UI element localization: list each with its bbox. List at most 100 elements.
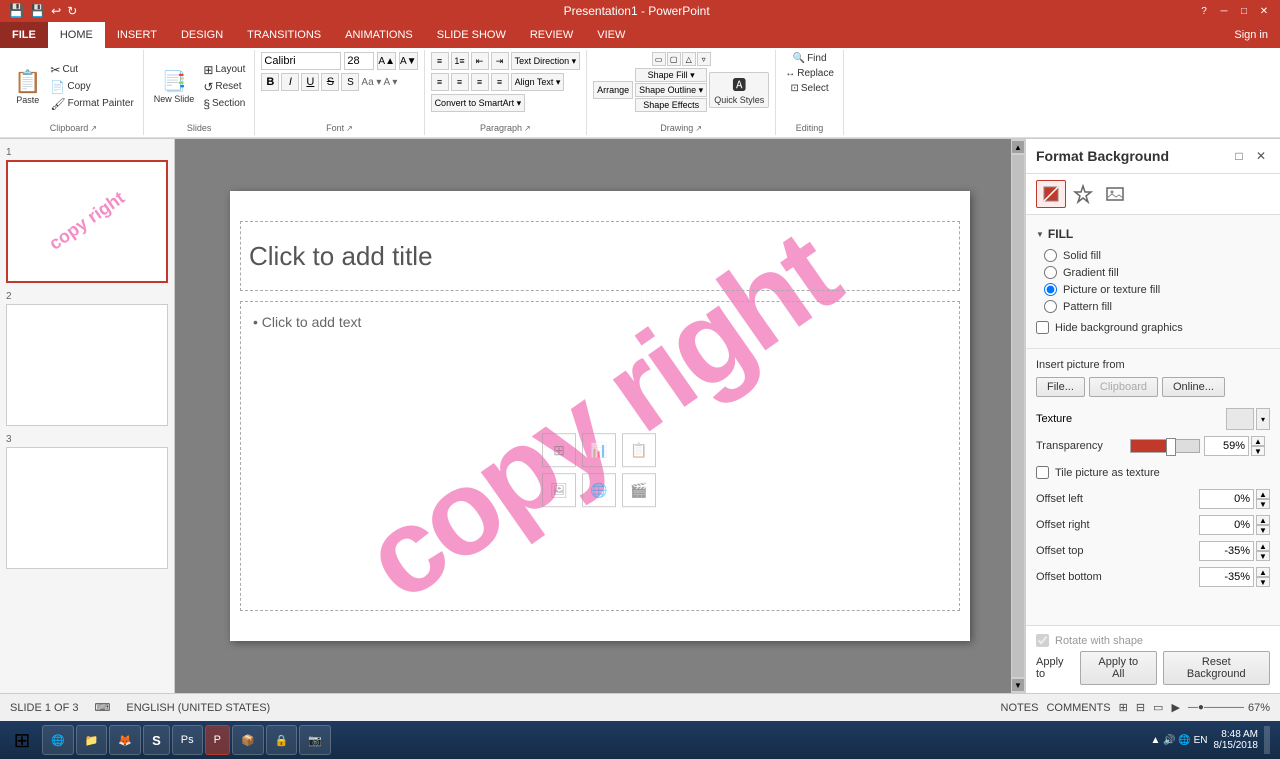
rotate-option[interactable]: Rotate with shape [1036,634,1270,647]
taskbar-app-files[interactable]: 📦 [232,725,264,755]
taskbar-app-explorer[interactable]: 📁 [76,725,108,755]
new-slide-button[interactable]: 📑 New Slide [150,67,199,106]
titlebar-redo[interactable]: ↻ [67,4,77,18]
transparency-thumb[interactable] [1166,438,1176,456]
layout-button[interactable]: ⊞ Layout [200,62,248,78]
copy-button[interactable]: 📄 Copy [47,79,136,95]
transparency-input[interactable] [1204,436,1249,456]
text-direction-button[interactable]: Text Direction ▾ [511,52,581,70]
texture-preview[interactable] [1226,408,1254,430]
apply-all-button[interactable]: Apply to All [1080,651,1157,685]
section-button[interactable]: § Section [200,96,248,112]
select-button[interactable]: ⊡Select [787,82,831,95]
online-picture-icon[interactable]: 🌐 [582,473,616,507]
align-right-button[interactable]: ≡ [471,73,489,91]
tile-checkbox[interactable] [1036,466,1049,479]
reset-button[interactable]: ↺ Reset [200,79,248,95]
panel-collapse-btn[interactable]: □ [1230,147,1248,165]
clock[interactable]: 8:48 AM 8/15/2018 [1214,729,1259,751]
transparency-up[interactable]: ▲ [1251,436,1265,446]
taskbar-app-chrome[interactable]: 🌐 [42,725,74,755]
quick-styles-button[interactable]: 🅰 Quick Styles [709,72,769,108]
tab-insert[interactable]: INSERT [105,22,169,48]
slide-title-box[interactable]: Click to add title [240,221,960,291]
taskbar-app-photoshop[interactable]: Ps [172,725,203,755]
minimize-btn[interactable]: ─ [1216,4,1232,18]
media-icon[interactable]: 🎬 [622,473,656,507]
solid-fill-radio[interactable] [1044,249,1057,262]
shape-outline-button[interactable]: Shape Outline ▾ [635,83,707,97]
signin-btn[interactable]: Sign in [1222,22,1280,48]
italic-button[interactable]: I [281,73,299,91]
font-name-input[interactable] [261,52,341,70]
slideshow-btn[interactable]: ▶ [1171,701,1179,714]
taskbar-app-firefox[interactable]: 🦊 [109,725,141,755]
shape-tri[interactable]: △ [682,52,696,66]
tab-transitions[interactable]: TRANSITIONS [235,22,333,48]
offset-bottom-input[interactable] [1199,567,1254,587]
offset-bottom-up[interactable]: ▲ [1256,567,1270,577]
file-button[interactable]: File... [1036,377,1085,397]
slide-thumb-1[interactable]: copy right [6,160,168,283]
view-reading-btn[interactable]: ▭ [1153,701,1163,714]
picture-fill-radio[interactable] [1044,283,1057,296]
table-icon[interactable]: ⊞ [542,433,576,467]
cut-button[interactable]: ✂ Cut [47,62,136,78]
align-left-button[interactable]: ≡ [431,73,449,91]
panel-close-btn[interactable]: ✕ [1252,147,1270,165]
hide-bg-option[interactable]: Hide background graphics [1036,321,1270,334]
reset-background-button[interactable]: Reset Background [1163,651,1270,685]
tab-view[interactable]: VIEW [585,22,637,48]
shape-fill-button[interactable]: Shape Fill ▾ [635,68,707,82]
slide-thumb-3[interactable] [6,447,168,569]
offset-right-input[interactable] [1199,515,1254,535]
paste-button[interactable]: 📋 Paste [10,67,45,107]
taskbar-app-lock[interactable]: 🔒 [266,725,298,755]
notes-btn[interactable]: NOTES [1001,702,1039,714]
texture-dropdown[interactable]: ▾ [1256,408,1270,430]
scroll-down-btn[interactable]: ▼ [1012,679,1024,691]
tab-slideshow[interactable]: SLIDE SHOW [425,22,518,48]
picture-icon-btn[interactable] [1100,180,1130,208]
format-painter-button[interactable]: 🖌 Format Painter [47,96,136,112]
titlebar-save[interactable]: 💾 [30,4,45,18]
titlebar-undo[interactable]: ↩ [51,4,61,18]
taskbar-app-camera[interactable]: 📷 [299,725,331,755]
slide-canvas[interactable]: copy right Click to add title • Click to… [230,191,970,641]
replace-button[interactable]: ↔Replace [782,67,837,80]
tab-animations[interactable]: ANIMATIONS [333,22,425,48]
slide-content-box[interactable]: • Click to add text ⊞ 📊 📋 🖼 🌐 🎬 [240,301,960,611]
shape-effects-button[interactable]: Shape Effects [635,98,707,112]
increase-indent-button[interactable]: ⇥ [491,52,509,70]
start-button[interactable]: ⊞ [4,723,40,757]
arrange-button[interactable]: Arrange [593,81,633,99]
shape-rect[interactable]: ▭ [652,52,666,66]
gradient-fill-radio[interactable] [1044,266,1057,279]
numbering-button[interactable]: 1≡ [451,52,469,70]
scroll-thumb[interactable] [1012,155,1024,677]
convert-smartart-button[interactable]: Convert to SmartArt ▾ [431,94,526,112]
find-button[interactable]: 🔍Find [790,52,830,65]
show-desktop-btn[interactable] [1264,726,1270,754]
shape-more[interactable]: ▿ [697,52,711,66]
offset-bottom-down[interactable]: ▼ [1256,577,1270,587]
tab-file[interactable]: FILE [0,22,48,48]
font-size-decrease[interactable]: A▼ [399,52,418,70]
tile-option[interactable]: Tile picture as texture [1036,466,1270,479]
offset-right-down[interactable]: ▼ [1256,525,1270,535]
help-btn[interactable]: ? [1196,4,1212,18]
text-shadow-button[interactable]: S [341,73,359,91]
bullets-button[interactable]: ≡ [431,52,449,70]
align-text-button[interactable]: Align Text ▾ [511,73,565,91]
tab-design[interactable]: DESIGN [169,22,235,48]
chart-icon[interactable]: 📊 [582,433,616,467]
online-button[interactable]: Online... [1162,377,1225,397]
shape-roundrect[interactable]: ▢ [667,52,681,66]
decrease-indent-button[interactable]: ⇤ [471,52,489,70]
tab-home[interactable]: HOME [48,22,105,48]
tab-review[interactable]: REVIEW [518,22,585,48]
align-center-button[interactable]: ≡ [451,73,469,91]
offset-left-down[interactable]: ▼ [1256,499,1270,509]
picture-icon[interactable]: 🖼 [542,473,576,507]
font-size-increase[interactable]: A▲ [377,52,396,70]
